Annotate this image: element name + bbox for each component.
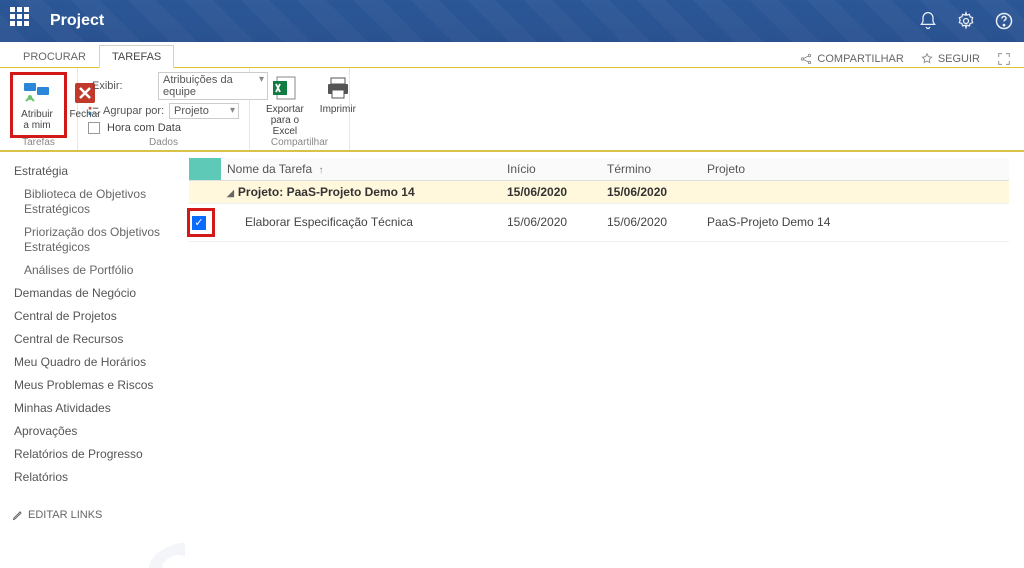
assign-to-me-button[interactable]: Atribuir a mim [15,77,59,133]
sidebar-item-3[interactable]: Análises de Portfólio [6,259,179,282]
collapse-icon[interactable]: ◢ [227,188,234,199]
sidebar-item-2[interactable]: Priorização dos Objetivos Estratégicos [6,221,179,259]
group-share-label: Compartilhar [250,137,349,148]
assign-label: Atribuir a mim [21,109,53,131]
sidebar-item-0[interactable]: Estratégia [6,160,179,183]
app-title: Project [50,12,104,30]
col-project[interactable]: Projeto [701,158,1009,181]
sidebar-item-11[interactable]: Relatórios de Progresso [6,443,179,466]
group-row-start: 15/06/2020 [501,181,601,204]
assign-icon [21,79,53,107]
follow-label: SEGUIR [938,53,980,65]
star-icon [920,52,934,66]
sidebar-item-6[interactable]: Central de Recursos [6,328,179,351]
edit-links-label: EDITAR LINKS [28,509,102,521]
row-end: 15/06/2020 [601,204,701,242]
row-checkbox-highlight: ✓ [187,208,215,237]
print-button[interactable]: Imprimir [314,72,362,117]
group-data-label: Dados [78,137,249,148]
export-label: Exportar para o Excel [266,104,304,137]
sidebar-item-10[interactable]: Aprovações [6,420,179,443]
main-content: Nome da Tarefa ↑ Início Término Projeto … [185,152,1024,568]
checkbox-icon [88,122,100,134]
group-tasks-label: Tarefas [0,137,77,148]
group-row-end: 15/06/2020 [601,181,701,204]
share-label: COMPARTILHAR [817,53,903,65]
group-icon [88,104,99,118]
header-actions [918,11,1014,31]
help-icon[interactable] [994,11,1014,31]
fullscreen-icon[interactable] [996,51,1012,67]
sidebar-item-8[interactable]: Meus Problemas e Riscos [6,374,179,397]
tab-tasks[interactable]: TAREFAS [99,45,174,68]
sidebar-item-12[interactable]: Relatórios [6,466,179,489]
groupby-dropdown[interactable]: Projeto [169,103,239,119]
ribbon-group-tasks: Atribuir a mim Fechar Tarefas [0,68,78,150]
group-row[interactable]: ◢ Projeto: PaaS-Projeto Demo 14 15/06/202… [189,181,1009,204]
notifications-icon[interactable] [918,11,938,31]
sidebar-item-7[interactable]: Meu Quadro de Horários [6,351,179,374]
col-taskname-label: Nome da Tarefa [227,162,312,176]
ribbon: Atribuir a mim Fechar Tarefas Exibir: At… [0,68,1024,152]
follow-button[interactable]: SEGUIR [920,52,980,66]
sidebar-item-9[interactable]: Minhas Atividades [6,397,179,420]
col-end[interactable]: Término [601,158,701,181]
ribbon-tabs: PROCURAR TAREFAS COMPARTILHAR SEGUIR [0,42,1024,68]
ribbon-group-share: Exportar para o Excel Imprimir Compartil… [250,68,350,150]
sidebar-item-1[interactable]: Biblioteca de Objetivos Estratégicos [6,183,179,221]
pencil-icon [12,509,24,521]
groupby-label: Agrupar por: [103,105,165,117]
time-with-date-label: Hora com Data [107,122,181,134]
left-navigation: EstratégiaBiblioteca de Objetivos Estrat… [0,152,185,568]
excel-icon [269,74,301,102]
print-label: Imprimir [320,104,356,115]
ribbon-group-data: Exibir: Atribuições da equipe Agrupar po… [78,68,250,150]
gear-icon[interactable] [956,11,976,31]
share-button[interactable]: COMPARTILHAR [799,52,903,66]
table-row[interactable]: ✓ Elaborar Especificação Técnica 15/06/2… [189,204,1009,242]
show-label: Exibir: [92,80,154,92]
app-launcher-icon[interactable] [10,7,38,35]
task-grid: Nome da Tarefa ↑ Início Término Projeto … [189,158,1009,242]
print-icon [322,74,354,102]
tab-browse[interactable]: PROCURAR [10,45,99,67]
row-taskname: Elaborar Especificação Técnica [221,204,501,242]
sort-asc-icon: ↑ [319,165,324,176]
assign-close-highlight: Atribuir a mim Fechar [10,72,67,138]
body: EstratégiaBiblioteca de Objetivos Estrat… [0,152,1024,568]
row-project: PaaS-Projeto Demo 14 [701,204,1009,242]
export-excel-button[interactable]: Exportar para o Excel [260,72,310,139]
app-header: Project [0,0,1024,42]
col-taskname[interactable]: Nome da Tarefa ↑ [221,158,501,181]
row-checkbox[interactable]: ✓ [192,216,206,230]
col-check[interactable] [189,158,221,181]
sidebar-item-5[interactable]: Central de Projetos [6,305,179,328]
time-with-date-checkbox[interactable]: Hora com Data [88,122,239,134]
row-start: 15/06/2020 [501,204,601,242]
group-row-label: Projeto: PaaS-Projeto Demo 14 [238,185,415,199]
col-start[interactable]: Início [501,158,601,181]
edit-links-button[interactable]: EDITAR LINKS [6,509,179,521]
share-icon [799,52,813,66]
sidebar-item-4[interactable]: Demandas de Negócio [6,282,179,305]
page-actions: COMPARTILHAR SEGUIR [799,51,1024,67]
